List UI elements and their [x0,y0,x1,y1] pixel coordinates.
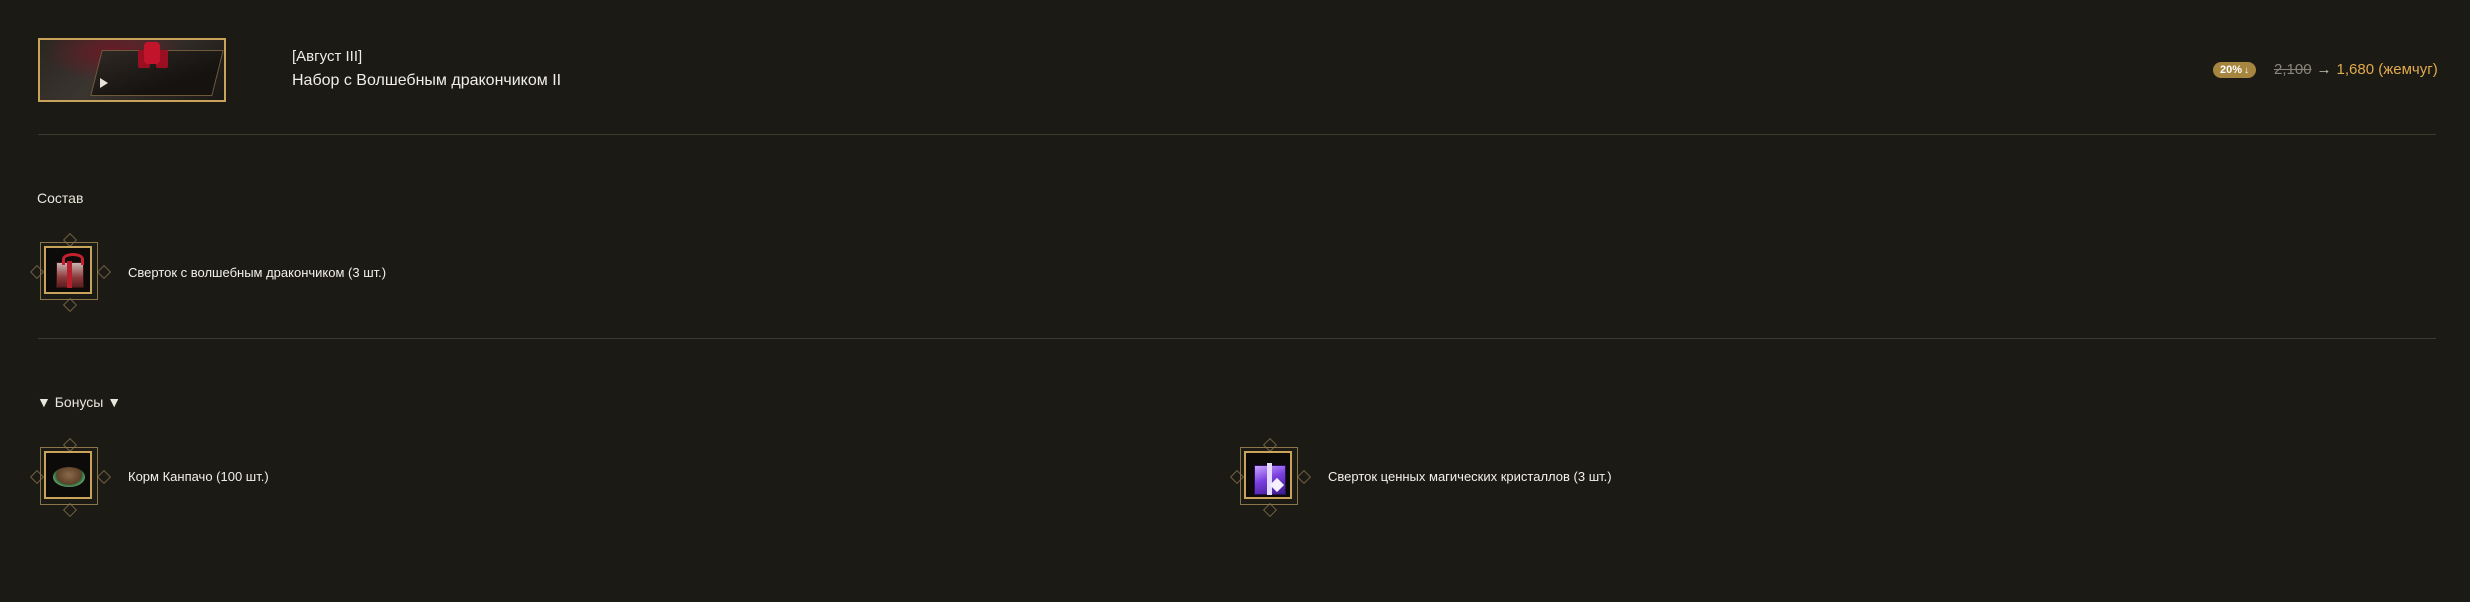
price-arrow: → [2316,61,2332,78]
bonuses-toggle[interactable]: ▼ Бонусы ▼ [37,394,121,410]
purple-gift-box-icon [1254,463,1286,495]
item-slot[interactable] [29,232,112,313]
price-old: 2,100 [2274,61,2312,78]
package-thumbnail[interactable] [38,38,226,102]
divider [38,134,2436,135]
bonus-item-label: Корм Канпачо (100 шт.) [128,469,269,484]
price-new: 1,680 (жемчуг) [2336,61,2438,78]
discount-arrow-icon: ↓ [2244,65,2250,76]
discount-badge: 20% ↓ [2213,62,2257,78]
package-title: Набор с Волшебным дракончиком II [292,72,562,89]
ribbon-icon [144,42,160,64]
price: 2,100 → 1,680 (жемчуг) [2274,61,2438,78]
red-gift-box-icon [56,253,84,288]
discount-value: 20% [2220,64,2243,76]
composition-item-label: Сверток с волшебным дракончиком (3 шт.) [128,265,387,280]
composition-label: Состав [37,190,84,206]
play-icon [100,78,108,88]
divider [38,338,2436,339]
bonus-slot-2[interactable] [1229,437,1312,518]
bonus-item-label: Сверток ценных магических кристаллов (3 … [1328,469,1612,484]
package-subtitle: [Август III] [292,48,363,65]
bonus-slot-1[interactable] [29,437,112,518]
food-bowl-icon [53,467,85,487]
